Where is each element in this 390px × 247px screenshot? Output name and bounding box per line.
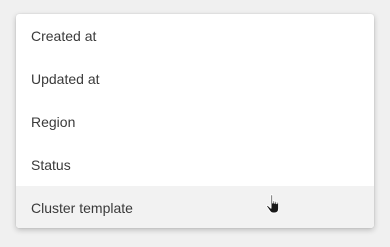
menu-item-status[interactable]: Status xyxy=(16,143,374,186)
menu-item-created-at[interactable]: Created at xyxy=(16,14,374,57)
menu-item-region[interactable]: Region xyxy=(16,100,374,143)
menu-item-label: Region xyxy=(31,113,76,130)
menu-item-label: Cluster template xyxy=(31,199,133,216)
menu-item-label: Created at xyxy=(31,27,97,44)
pointer-hand-icon xyxy=(266,194,280,214)
column-options-menu: Created at Updated at Region Status Clus… xyxy=(16,14,374,228)
menu-item-updated-at[interactable]: Updated at xyxy=(16,57,374,100)
menu-item-label: Updated at xyxy=(31,70,100,87)
menu-item-cluster-template[interactable]: Cluster template xyxy=(16,186,374,228)
menu-item-label: Status xyxy=(31,156,71,173)
